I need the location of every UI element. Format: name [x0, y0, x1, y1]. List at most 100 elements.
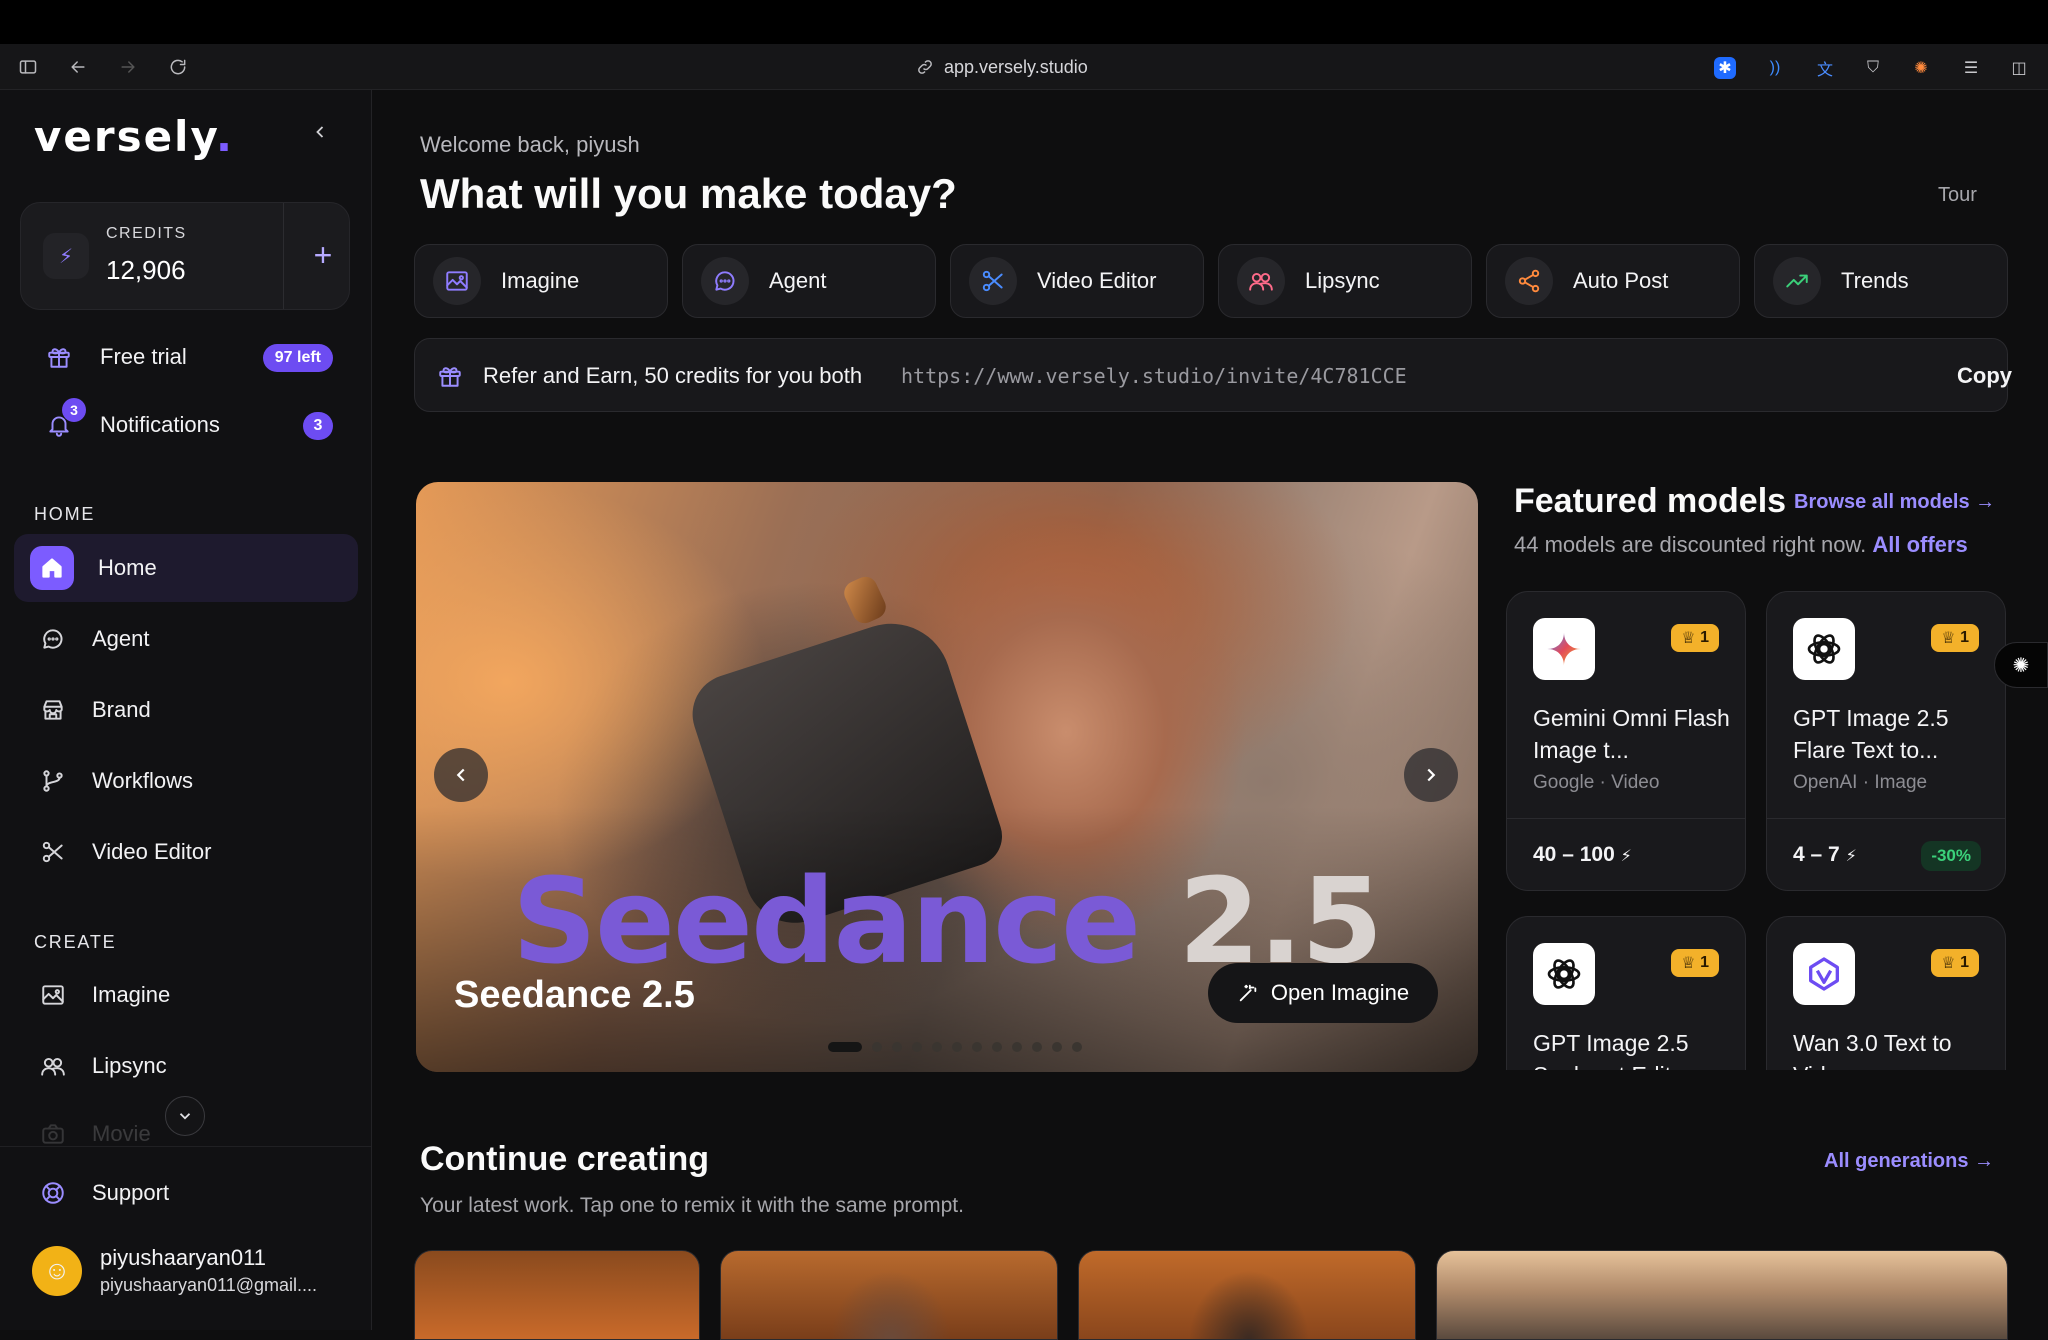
continue-creating-subtitle: Your latest work. Tap one to remix it wi…: [420, 1194, 964, 1217]
reload-icon[interactable]: [167, 56, 189, 78]
sidebar: versely. ⚡ CREDITS 12,906 + Free trial 9…: [0, 90, 372, 1330]
tool-lipsync-button[interactable]: Lipsync: [1218, 244, 1472, 318]
nav-item-brand[interactable]: Brand: [14, 676, 358, 744]
open-imagine-button[interactable]: Open Imagine: [1208, 963, 1438, 1023]
tool-agent-button[interactable]: Agent: [682, 244, 936, 318]
section-title-create: CREATE: [34, 932, 117, 952]
generation-thumbnail[interactable]: [720, 1250, 1058, 1340]
carousel-next-button[interactable]: [1404, 748, 1458, 802]
app-logo[interactable]: versely.: [34, 112, 234, 161]
carousel-dot[interactable]: [1032, 1042, 1042, 1052]
address-bar[interactable]: app.versely.studio: [916, 56, 1088, 78]
nav-item-support[interactable]: Support: [14, 1159, 358, 1227]
carousel-dot[interactable]: [872, 1042, 882, 1052]
carousel-dots[interactable]: [828, 1042, 1082, 1052]
tool-auto-post-button[interactable]: Auto Post: [1486, 244, 1740, 318]
carousel-dot[interactable]: [912, 1042, 922, 1052]
browser-toolbar: app.versely.studio ✱ )) 文 ⛉ ✺ ☰ ◫: [0, 44, 2048, 90]
bolt-icon: ⚡: [1845, 848, 1857, 865]
store-icon: [38, 695, 68, 725]
extension-sun-icon[interactable]: ✺: [1908, 55, 1934, 81]
referral-text: Refer and Earn, 50 credits for you both: [483, 363, 863, 388]
carousel-dot[interactable]: [952, 1042, 962, 1052]
carousel-dot[interactable]: [992, 1042, 1002, 1052]
add-credits-button[interactable]: +: [305, 237, 341, 273]
expand-menu-button[interactable]: [165, 1096, 205, 1136]
chevron-left-icon: [456, 768, 465, 782]
carousel-dot[interactable]: [972, 1042, 982, 1052]
all-generations-link[interactable]: All generations →: [1824, 1150, 1994, 1173]
featured-subtitle: 44 models are discounted right now. All …: [1514, 532, 1968, 557]
hero-caption: Seedance 2.5: [454, 974, 695, 1016]
credits-value: 12,906: [106, 255, 186, 285]
cta-label: Open Imagine: [1270, 980, 1410, 1005]
users-icon: [38, 1051, 68, 1081]
carousel-dot[interactable]: [1012, 1042, 1022, 1052]
tool-label: Auto Post: [1573, 268, 1669, 293]
forward-icon[interactable]: [117, 56, 139, 78]
home-icon: [30, 546, 74, 590]
user-profile[interactable]: ☺ piyushaaryan011 piyushaaryan011@gmail.…: [32, 1245, 317, 1296]
welcome-text: Welcome back, piyush: [420, 132, 640, 157]
image-icon: [38, 980, 68, 1010]
generation-thumbnail[interactable]: [1436, 1250, 2008, 1340]
model-name: Wan 3.0 Text to Video: [1793, 1030, 1952, 1070]
split-view-icon[interactable]: ◫: [2006, 55, 2032, 81]
tool-label: Agent: [769, 268, 827, 293]
generation-thumbnail[interactable]: [414, 1250, 700, 1340]
users-icon: [1237, 257, 1285, 305]
extension-sound-icon[interactable]: )): [1762, 55, 1788, 81]
nav-item-video-editor[interactable]: Video Editor: [14, 818, 358, 886]
nav-item-agent[interactable]: Agent: [14, 605, 358, 673]
carousel-dot[interactable]: [1072, 1042, 1082, 1052]
openai-icon: [1533, 943, 1595, 1005]
model-footer: 4 – 7 ⚡ -30%: [1767, 818, 2005, 890]
extension-translate-icon[interactable]: 文: [1812, 55, 1838, 81]
referral-url[interactable]: https://www.versely.studio/invite/4C781C…: [901, 364, 1407, 388]
nav-item-lipsync[interactable]: Lipsync: [14, 1032, 358, 1100]
tool-video-editor-button[interactable]: Video Editor: [950, 244, 1204, 318]
scissors-icon: [969, 257, 1017, 305]
notifications-row[interactable]: 3 Notifications: [44, 398, 344, 440]
camera-icon: [38, 1119, 68, 1149]
hero-carousel[interactable]: Seedance 2.5 Seedance 2.5 Open Imagine: [416, 482, 1478, 1072]
back-icon[interactable]: [67, 56, 89, 78]
carousel-dot[interactable]: [932, 1042, 942, 1052]
carousel-dot[interactable]: [828, 1042, 862, 1052]
credits-card: ⚡ CREDITS 12,906 +: [20, 202, 350, 310]
model-meta: OpenAI · Image: [1793, 772, 1928, 793]
nav-label: Agent: [92, 626, 150, 651]
avatar: ☺: [32, 1245, 82, 1296]
model-card[interactable]: ♕ 1 GPT Image 2.5 Sunburst Edit: [1506, 916, 1746, 1070]
model-card[interactable]: ♕ 1 GPT Image 2.5 Flare Text to... OpenA…: [1766, 591, 2006, 891]
openai-icon: [1793, 618, 1855, 680]
model-card[interactable]: ♕ 1 Gemini Omni Flash Image t... Google …: [1506, 591, 1746, 891]
extension-list-icon[interactable]: ☰: [1958, 55, 1984, 81]
carousel-prev-button[interactable]: [434, 748, 488, 802]
nav-item-workflows[interactable]: Workflows: [14, 747, 358, 815]
chat-icon: [701, 257, 749, 305]
extension-shield-icon[interactable]: ⛉: [1860, 55, 1886, 81]
floating-assistant-icon[interactable]: ✺: [1994, 642, 2048, 688]
bolt-icon: ⚡: [1620, 848, 1632, 865]
carousel-dot[interactable]: [1052, 1042, 1062, 1052]
tool-imagine-button[interactable]: Imagine: [414, 244, 668, 318]
free-trial-badge: 97 left: [262, 344, 333, 372]
wan-icon: [1793, 943, 1855, 1005]
tour-button[interactable]: Tour: [1938, 184, 1977, 207]
copy-link-button[interactable]: Copy: [1957, 363, 2012, 389]
nav-item-imagine[interactable]: Imagine: [14, 961, 358, 1029]
browse-all-models-link[interactable]: Browse all models →: [1794, 491, 1995, 514]
all-offers-link[interactable]: All offers: [1872, 532, 1967, 557]
collapse-sidebar-icon[interactable]: [310, 122, 332, 144]
tool-trends-button[interactable]: Trends: [1754, 244, 2008, 318]
window-top-bar: [0, 0, 2048, 44]
user-email: piyushaaryan011@gmail....: [100, 1275, 318, 1295]
carousel-dot[interactable]: [892, 1042, 902, 1052]
notifications-label: Notifications: [100, 412, 220, 437]
extension-gear-icon[interactable]: ✱: [1714, 57, 1736, 79]
sidebar-toggle-icon[interactable]: [17, 56, 39, 78]
model-card[interactable]: ♕ 1 Wan 3.0 Text to Video: [1766, 916, 2006, 1070]
generation-thumbnail[interactable]: [1078, 1250, 1416, 1340]
nav-item-home[interactable]: Home: [14, 534, 358, 602]
